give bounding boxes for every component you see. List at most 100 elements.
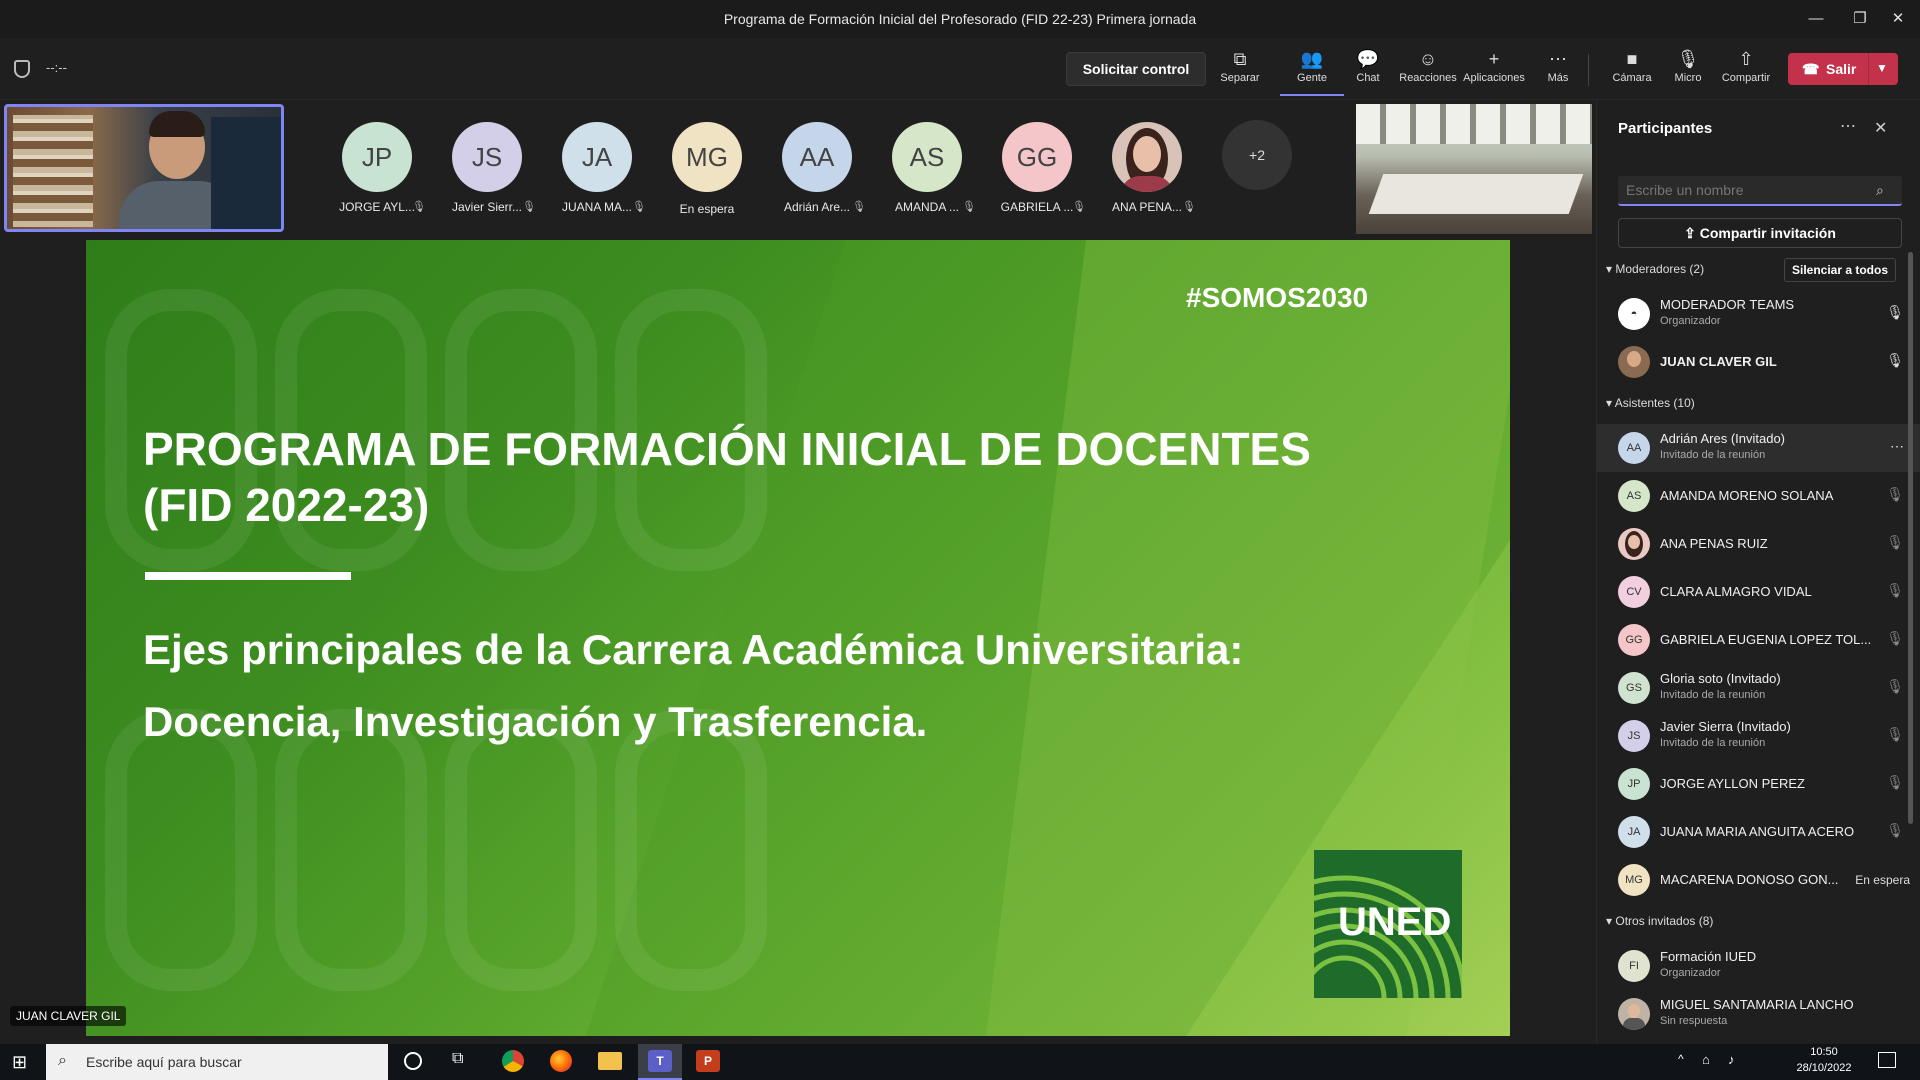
list-item[interactable]: MIGUEL SANTAMARIA LANCHO Sin respuesta [1596, 990, 1920, 1044]
list-item[interactable]: GG GABRIELA EUGENIA LOPEZ TOL... 🎙 [1596, 616, 1920, 664]
avatar[interactable]: JS [452, 122, 522, 192]
window-title: Programa de Formación Inicial del Profes… [723, 11, 1197, 27]
taskbar-date[interactable]: 28/10/2022 [1782, 1062, 1866, 1074]
slide-divider [145, 572, 351, 580]
camera-button[interactable]: ■ Cámara [1600, 46, 1664, 96]
list-item[interactable]: ANA PENAS RUIZ 🎙 [1596, 520, 1920, 568]
list-item[interactable]: JS Javier Sierra (Invitado) Invitado de … [1596, 712, 1920, 760]
share-button[interactable]: ⇧ Compartir [1714, 46, 1778, 96]
apps-button[interactable]: + Aplicaciones [1462, 46, 1526, 96]
camera-icon: ■ [1626, 49, 1638, 69]
avatar-photo[interactable] [1112, 122, 1182, 192]
windows-start-icon[interactable]: ⊞ [12, 1052, 27, 1073]
muted-mic-icon: 🎙 [1182, 201, 1196, 213]
more-icon: ⋯ [1549, 49, 1567, 69]
more-options-icon[interactable]: ⋯ [1840, 116, 1856, 136]
taskbar-search[interactable]: ⌕ Escribe aquí para buscar [46, 1044, 388, 1080]
minimize-button[interactable]: — [1794, 0, 1838, 38]
list-item[interactable]: JA JUANA MARIA ANGUITA ACERO 🎙 [1596, 808, 1920, 856]
close-icon[interactable]: ✕ [1874, 118, 1887, 138]
leave-button[interactable]: ☎ Salir ▼ [1788, 53, 1898, 85]
cortana-icon[interactable] [404, 1052, 422, 1070]
microphone-icon: 🎙 [1676, 49, 1700, 69]
avatar[interactable]: GG [1002, 122, 1072, 192]
meeting-timer: --:-- [46, 60, 67, 75]
avatar[interactable]: JP [342, 122, 412, 192]
task-view-icon[interactable]: ⧉ [452, 1050, 463, 1068]
muted-mic-icon: 🎙 [412, 201, 426, 213]
slide-hashtag: #SOMOS2030 [1186, 282, 1369, 313]
reactions-button[interactable]: ☺ Reacciones [1396, 46, 1460, 96]
list-item[interactable]: FI Formación IUED Organizador [1596, 942, 1920, 990]
chat-icon: 💬 [1356, 49, 1380, 69]
people-icon: 👥 [1300, 49, 1324, 69]
teams-taskbar-button[interactable]: T [638, 1044, 682, 1080]
muted-mic-icon: 🎙 [1886, 486, 1904, 502]
pop-out-icon: ⧉ [1233, 49, 1247, 69]
muted-mic-icon: 🎙 [1886, 630, 1904, 646]
list-item[interactable]: ◓ MODERADOR TEAMS Organizador 🎙 [1596, 290, 1920, 338]
participant-search-input[interactable] [1618, 176, 1902, 206]
microphone-button[interactable]: 🎙 Micro [1656, 46, 1720, 96]
network-icon[interactable]: ⌂ [1702, 1052, 1710, 1067]
avatar[interactable]: MG [672, 122, 742, 192]
avatar: FI [1618, 950, 1650, 982]
muted-mic-icon: 🎙 [1886, 726, 1904, 742]
close-window-button[interactable]: ✕ [1876, 0, 1920, 38]
moderators-section-header[interactable]: ▾ Moderadores (2) [1606, 262, 1704, 276]
avatar[interactable]: AS [892, 122, 962, 192]
uned-logo: UNED [1314, 850, 1462, 998]
more-options-icon[interactable]: ⋯ [1890, 438, 1904, 455]
reactions-icon: ☺ [1418, 49, 1438, 69]
avatar: CV [1618, 576, 1650, 608]
list-item[interactable]: CV CLARA ALMAGRO VIDAL 🎙 [1596, 568, 1920, 616]
chevron-down-icon: ▾ [1606, 262, 1616, 276]
chevron-down-icon: ▾ [1606, 914, 1616, 928]
notifications-icon[interactable] [1878, 1052, 1896, 1068]
uned-logo-text: UNED [1338, 900, 1452, 944]
avatar: GS [1618, 672, 1650, 704]
list-item[interactable]: GS Gloria soto (Invitado) Invitado de la… [1596, 664, 1920, 712]
powerpoint-icon[interactable]: P [696, 1050, 720, 1072]
taskbar-time[interactable]: 10:50 [1782, 1046, 1866, 1058]
face-shape [1628, 535, 1640, 549]
shared-slide[interactable]: #SOMOS2030 PROGRAMA DE FORMACIÓN INICIAL… [86, 240, 1510, 1036]
list-item[interactable]: MG MACARENA DONOSO GON... En espera [1596, 856, 1920, 904]
table-shape [1368, 174, 1584, 214]
share-icon: ⇧ [1738, 49, 1754, 69]
list-item[interactable]: JP JORGE AYLLON PEREZ 🎙 [1596, 760, 1920, 808]
file-explorer-icon[interactable] [598, 1052, 622, 1070]
people-button[interactable]: 👥 Gente [1280, 46, 1344, 96]
pop-out-button[interactable]: ⧉ Separar [1208, 46, 1272, 96]
chat-button[interactable]: 💬 Chat [1336, 46, 1400, 96]
list-item[interactable]: JUAN CLAVER GIL 🎙 [1596, 338, 1920, 386]
chevron-down-icon[interactable]: ▼ [1876, 61, 1888, 75]
panel-scrollbar[interactable] [1908, 252, 1913, 824]
others-section-header[interactable]: ▾ Otros invitados (8) [1606, 914, 1713, 928]
more-participants-button[interactable]: +2 [1222, 120, 1292, 190]
request-control-button[interactable]: Solicitar control [1066, 52, 1206, 86]
presenter-video[interactable] [4, 104, 284, 232]
chevron-up-icon[interactable]: ^ [1678, 1052, 1684, 1066]
list-item[interactable]: AA Adrián Ares (Invitado) Invitado de la… [1596, 424, 1920, 472]
share-invite-button[interactable]: ⇪ Compartir invitación [1618, 218, 1902, 248]
mute-all-button[interactable]: Silenciar a todos [1784, 258, 1896, 282]
list-item[interactable]: AS AMANDA MORENO SOLANA 🎙 [1596, 472, 1920, 520]
face-shape [1133, 136, 1161, 172]
avatar[interactable]: JA [562, 122, 632, 192]
waiting-status: En espera [1855, 873, 1910, 887]
leave-label: Salir [1826, 61, 1857, 77]
slide-title-line2: (FID 2022-23) [143, 479, 430, 531]
more-button[interactable]: ⋯ Más [1526, 46, 1590, 96]
microphone-icon: 🎙 [1886, 304, 1904, 320]
face-shape [1627, 351, 1641, 367]
room-video[interactable] [1356, 104, 1592, 234]
chrome-icon[interactable] [502, 1050, 524, 1072]
firefox-icon[interactable] [550, 1050, 572, 1072]
attendees-section-header[interactable]: ▾ Asistentes (10) [1606, 396, 1695, 410]
muted-mic-icon: 🎙 [1072, 201, 1086, 213]
share-invite-icon: ⇪ [1684, 225, 1700, 241]
avatar: JS [1618, 720, 1650, 752]
avatar[interactable]: AA [782, 122, 852, 192]
volume-icon[interactable]: ♪ [1728, 1052, 1735, 1067]
